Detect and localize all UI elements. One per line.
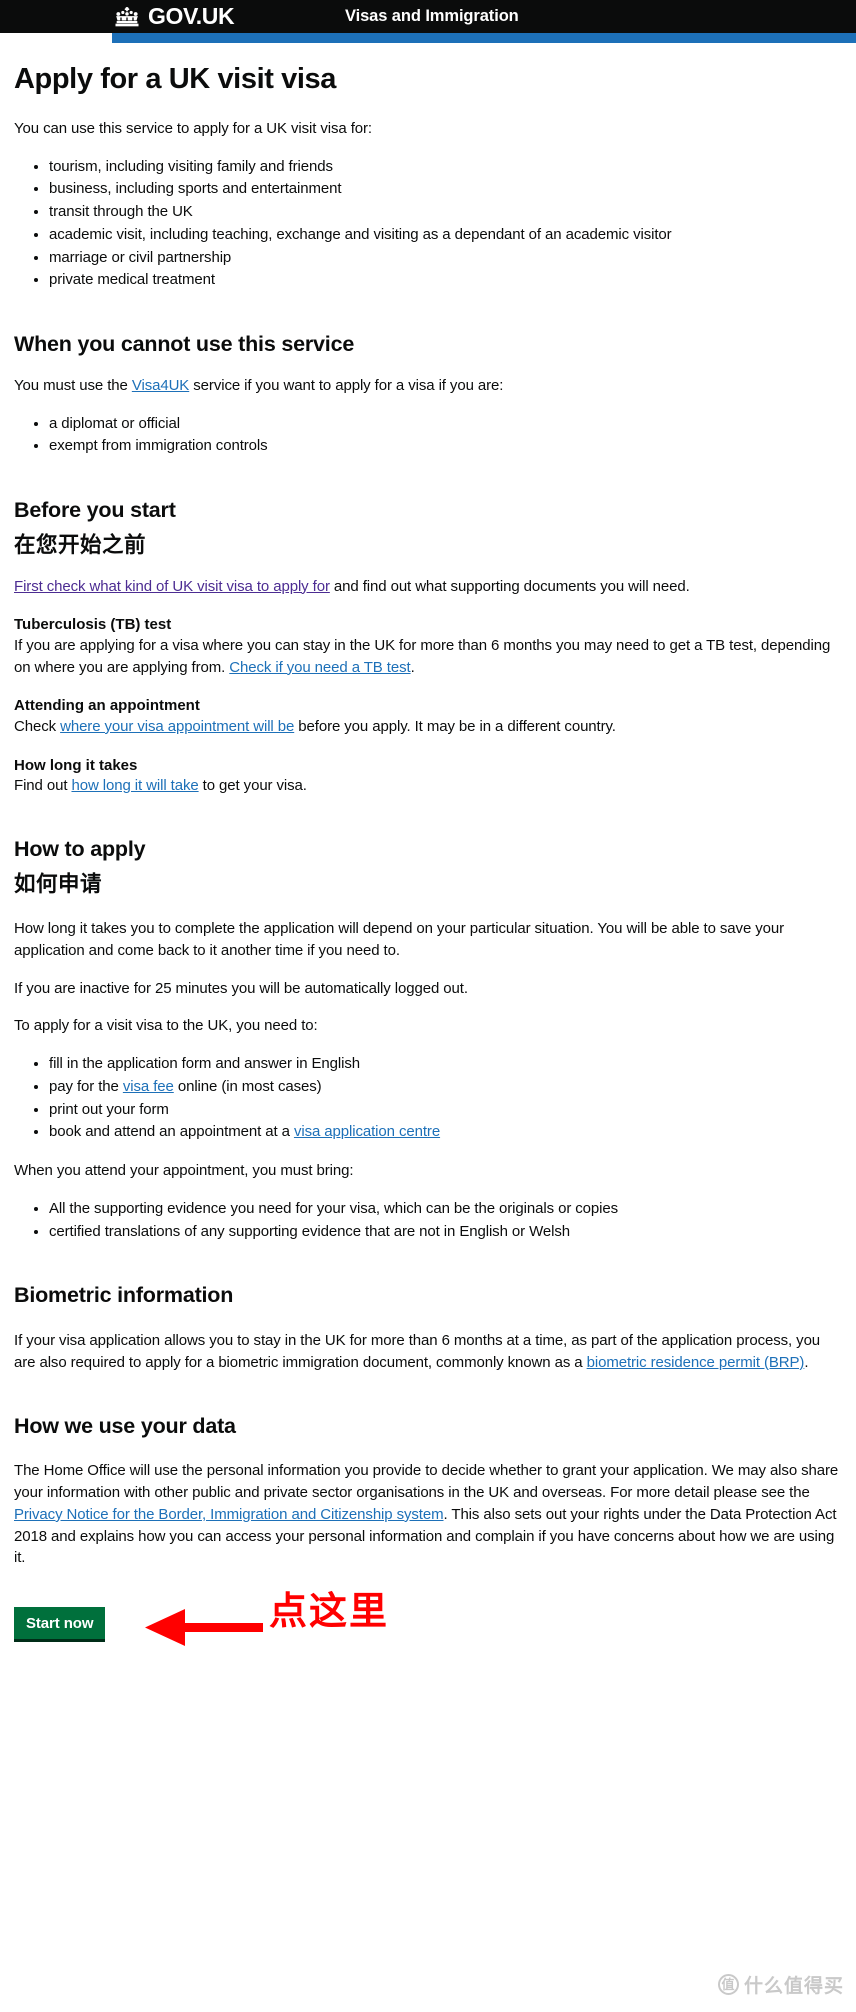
section-heading-before-you-start: Before you start [14,498,176,523]
section-heading-how-we-use-your-data: How we use your data [14,1413,236,1438]
page-title: Apply for a UK visit visa [14,63,336,95]
bring-bullet-list: All the supporting evidence you need for… [14,1198,842,1243]
how-long-paragraph: Find out how long it will take to get yo… [14,775,842,797]
watermark: 值 什么值得买 [717,1971,844,1998]
vac-text-before: book and attend an appointment at a [49,1123,294,1141]
list-item: private medical treatment [49,269,842,291]
accent-bar-fill [112,33,856,43]
appointment-text-before: Check [14,717,61,735]
how-to-apply-paragraph-1: How long it takes you to complete the ap… [14,920,785,959]
how-to-apply-bullet-list: fill in the application form and answer … [14,1053,842,1143]
watermark-logo-icon: 值 [717,1974,739,1995]
gov-uk-brand-text: GOV.UK [148,3,235,29]
check-tb-test-link[interactable]: Check if you need a TB test [229,659,410,676]
list-item: marriage or civil partnership [49,247,842,269]
cannot-use-text-before: You must use the [14,376,132,394]
how-long-text-after: to get your visa. [198,777,307,795]
section-heading-before-you-start-cn: 在您开始之前 [14,532,147,557]
subheading-how-long-it-takes: How long it takes [14,756,138,774]
subheading-attending-appointment: Attending an appointment [14,697,200,715]
section-heading-biometric-information: Biometric information [14,1283,234,1308]
visa-fee-link[interactable]: visa fee [123,1078,174,1095]
list-item: transit through the UK [49,201,842,223]
list-item: certified translations of any supporting… [49,1221,842,1243]
list-item: a diplomat or official [49,413,842,435]
left-arrow-icon [145,1608,263,1648]
list-item: book and attend an appointment at a visa… [49,1121,842,1143]
list-item: business, including sports and entertain… [49,178,842,200]
appointment-paragraph: Check where your visa appointment will b… [14,716,842,738]
visa-application-centre-link[interactable]: visa application centre [294,1123,440,1140]
biometric-paragraph: If your visa application allows you to s… [14,1330,842,1374]
how-we-use-data-paragraph: The Home Office will use the personal in… [14,1460,842,1569]
biometric-text-after: . [804,1353,809,1371]
cannot-use-text-after: service if you want to apply for a visa … [189,376,504,394]
visa4uk-link[interactable]: Visa4UK [132,377,189,394]
how-to-apply-paragraph-3: To apply for a visit visa to the UK, you… [14,1017,318,1035]
section-heading-how-to-apply: How to apply [14,836,146,861]
tb-test-paragraph: If you are applying for a visa where you… [14,635,842,679]
visa-fee-text-after: online (in most cases) [173,1077,322,1095]
start-now-button[interactable]: Start now [14,1607,106,1643]
section-heading-cannot-use: When you cannot use this service [14,332,355,357]
bring-intro-paragraph: When you attend your appointment, you mu… [14,1162,354,1180]
tb-text-before: If you are applying for a visa where you… [14,636,831,676]
data-text-before: The Home Office will use the personal in… [14,1462,839,1502]
first-check-visa-kind-link[interactable]: First check what kind of UK visit visa t… [14,578,330,595]
annotation-text: 点这里 [269,1591,390,1634]
cannot-use-bullet-list: a diplomat or official exempt from immig… [14,413,842,458]
visa-appointment-location-link[interactable]: where your visa appointment will be [60,718,294,735]
list-item: exempt from immigration controls [49,435,842,457]
crown-icon [112,6,142,28]
before-start-paragraph: First check what kind of UK visit visa t… [14,576,842,598]
intro-bullet-list: tourism, including visiting family and f… [14,156,842,292]
how-to-apply-paragraph-2: If you are inactive for 25 minutes you w… [14,979,468,997]
cannot-use-paragraph: You must use the Visa4UK service if you … [14,375,842,397]
privacy-notice-link[interactable]: Privacy Notice for the Border, Immigrati… [14,1506,444,1523]
main-content: Apply for a UK visit visa You can use th… [0,63,856,1657]
start-now-row: Start now 点这里 [14,1591,842,1657]
subheading-tb-test: Tuberculosis (TB) test [14,616,172,634]
section-heading-how-to-apply-cn: 如何申请 [14,871,103,896]
service-name[interactable]: Visas and Immigration [345,0,519,33]
list-item: academic visit, including teaching, exch… [49,224,842,246]
gov-uk-header: GOV.UK Visas and Immigration [0,0,856,33]
appointment-text-after: before you apply. It may be in a differe… [294,717,616,735]
visa-fee-text-before: pay for the [49,1077,123,1095]
gov-uk-logo[interactable]: GOV.UK [112,0,235,33]
list-item: fill in the application form and answer … [49,1053,842,1075]
how-long-it-will-take-link[interactable]: how long it will take [71,777,198,794]
service-accent-bar [0,33,856,43]
intro-paragraph: You can use this service to apply for a … [14,119,372,137]
list-item: print out your form [49,1099,842,1121]
how-long-text-before: Find out [14,777,72,795]
list-item: All the supporting evidence you need for… [49,1198,842,1220]
list-item: pay for the visa fee online (in most cas… [49,1076,842,1098]
watermark-text: 什么值得买 [743,1976,844,1997]
brp-link[interactable]: biometric residence permit (BRP) [587,1354,805,1371]
list-item: tourism, including visiting family and f… [49,156,842,178]
tb-text-after: . [410,658,415,676]
before-start-text-after: and find out what supporting documents y… [329,577,690,595]
